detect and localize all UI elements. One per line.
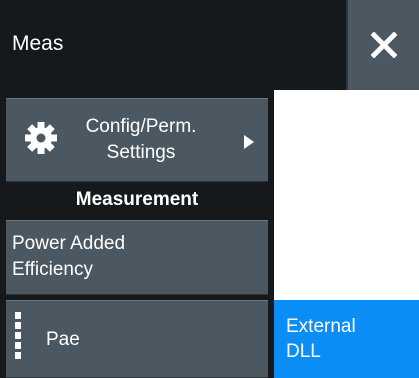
external-dll-line2: DLL [286, 341, 321, 362]
external-dll-line1: External [286, 316, 356, 337]
power-added-efficiency-button[interactable]: Power Added Efficiency [6, 220, 268, 295]
gear-icon [25, 122, 57, 154]
config-perm-settings-label: Config/Perm. Settings [61, 114, 221, 166]
dialog-header: Meas [0, 0, 346, 90]
config-label-line2: Settings [106, 142, 176, 163]
dialog-title: Meas [12, 32, 64, 55]
close-icon [371, 32, 397, 58]
external-dll-button[interactable]: External DLL [274, 300, 419, 378]
content-area [274, 90, 419, 298]
pae-button[interactable]: Pae [6, 300, 268, 378]
config-label-line1: Config/Perm. [85, 116, 197, 137]
power-added-efficiency-label: Power Added Efficiency [12, 231, 262, 283]
pae-label: Pae [46, 329, 80, 350]
triangle-right-icon [244, 135, 254, 149]
external-dll-label: External DLL [286, 314, 406, 364]
function-label-line1: Power Added [12, 233, 126, 254]
close-button[interactable] [346, 0, 419, 90]
softkey-dots-icon [15, 312, 21, 359]
config-perm-settings-button[interactable]: Config/Perm. Settings [6, 98, 268, 182]
measurement-section-label: Measurement [75, 189, 199, 210]
meas-dialog: Meas Config/Perm. Settings Measurement P… [0, 0, 419, 378]
function-label-line2: Efficiency [12, 259, 93, 280]
softkey-column: Config/Perm. Settings Measurement Power … [0, 90, 274, 378]
